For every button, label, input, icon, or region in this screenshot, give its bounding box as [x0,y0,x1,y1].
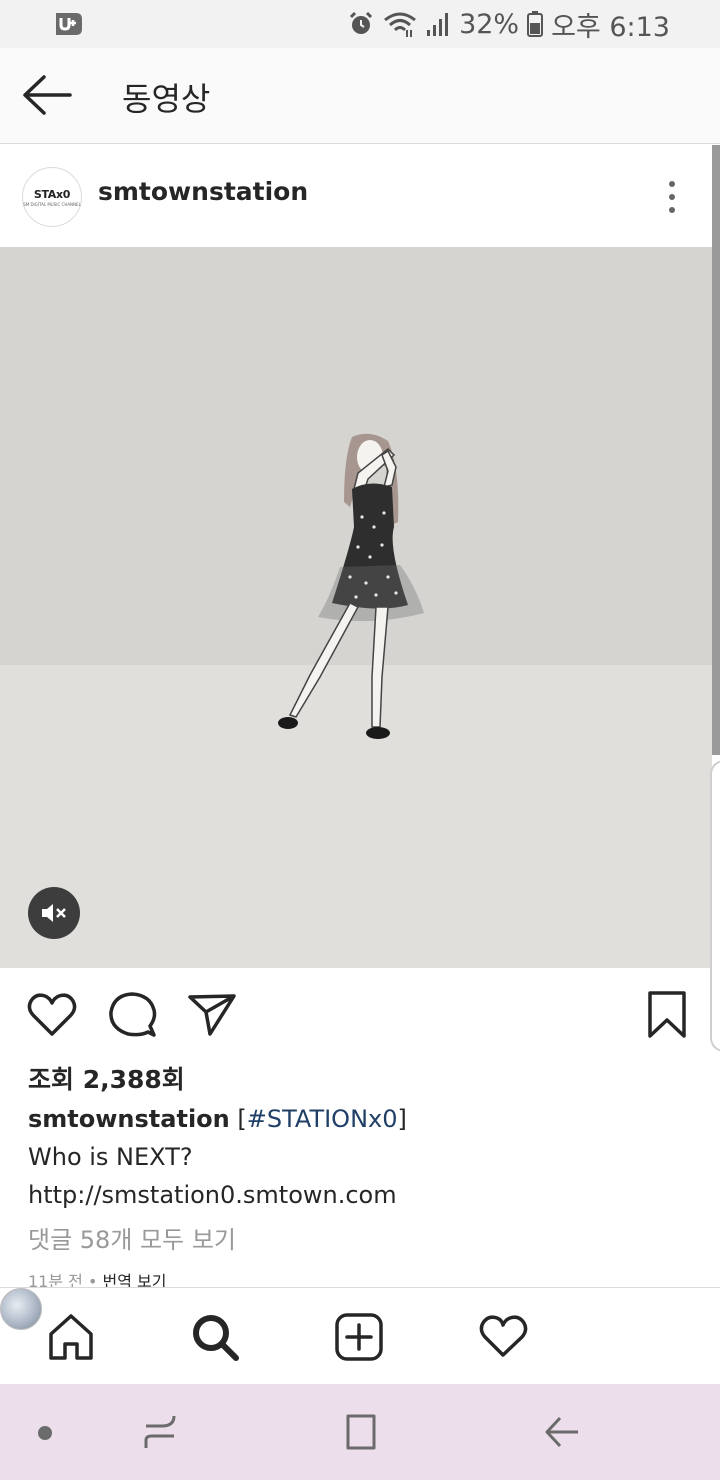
post-actions [0,968,712,1058]
comment-icon[interactable] [106,990,158,1040]
caption-link[interactable]: http://smstation0.smtown.com [28,1176,708,1214]
back-arrow-icon[interactable] [20,74,74,116]
bookmark-icon[interactable] [644,990,690,1040]
hashtag-close: ] [397,1105,407,1133]
heart-icon[interactable] [26,990,78,1040]
signal-icon [427,13,449,36]
u-plus-carrier-icon [56,13,82,35]
mute-toggle-button[interactable] [28,887,80,939]
view-count: 조회 2,388회 [28,1065,185,1094]
post-username[interactable]: smtownstation [98,177,308,206]
caption-hashtag[interactable]: #STATIONx0 [247,1105,398,1133]
caption-username[interactable]: smtownstation [28,1105,230,1133]
search-icon[interactable] [190,1312,240,1362]
bottom-navigation [0,1287,720,1384]
page-title: 동영상 [122,80,211,118]
scrollbar-thumb[interactable] [712,145,720,755]
status-icons: 32% 오후 6:13 [347,8,670,43]
video-dancer-illustration [278,433,424,739]
activity-heart-icon[interactable] [478,1312,528,1362]
battery-icon [527,11,544,37]
hashtag-open: [ [229,1105,247,1133]
profile-avatar[interactable] [0,1288,42,1330]
status-time: 오후 6:13 [551,11,670,43]
send-icon[interactable] [186,990,238,1040]
post-caption: smtownstation [#STATIONx0] Who is NEXT? … [28,1100,708,1214]
post-header: STAx0 SM DIGITAL MUSIC CHANNEL smtownsta… [0,145,712,247]
caption-line-1: smtownstation [#STATIONx0] [28,1100,708,1138]
new-post-icon[interactable] [334,1312,384,1362]
home-icon[interactable] [46,1312,96,1362]
assistant-dot[interactable] [38,1426,52,1440]
account-avatar[interactable]: STAx0 SM DIGITAL MUSIC CHANNEL [22,167,82,227]
home-button-icon[interactable] [340,1412,380,1452]
system-navigation-bar [0,1384,720,1480]
alarm-icon [350,11,373,34]
recent-apps-icon[interactable] [140,1412,180,1452]
wifi-icon [384,12,417,37]
back-icon[interactable] [542,1412,582,1452]
more-dot [669,207,675,213]
post-video[interactable] [0,247,712,968]
avatar-logo-text: STAx0 [33,187,71,201]
more-dot [669,194,675,200]
muted-speaker-icon [42,904,66,922]
avatar-logo-subtext: SM DIGITAL MUSIC CHANNEL [23,201,81,207]
top-header: 동영상 [0,48,720,144]
more-options-icon[interactable] [660,177,684,217]
status-bar: 32% 오후 6:13 [0,0,720,48]
battery-percent: 32% [459,8,520,40]
more-dot [669,181,675,187]
caption-line-2: Who is NEXT? [28,1143,193,1171]
view-all-comments-link[interactable]: 댓글 58개 모두 보기 [28,1220,236,1255]
